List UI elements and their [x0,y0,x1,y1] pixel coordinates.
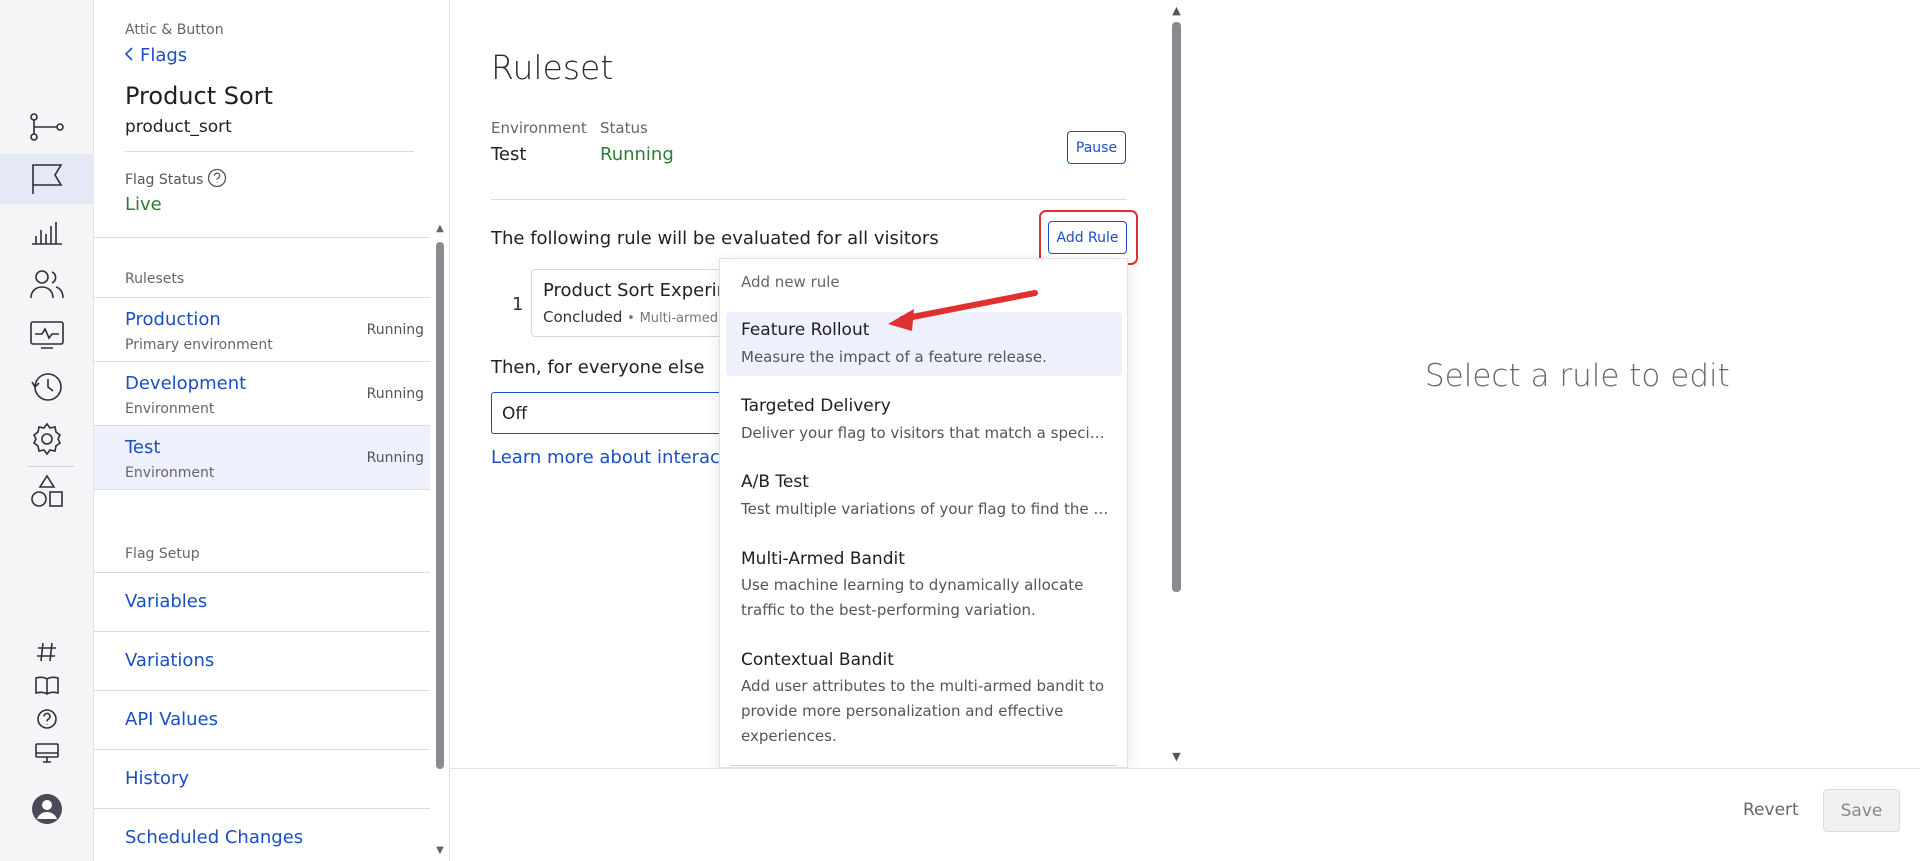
divider [491,199,1127,200]
empty-state-message: Select a rule to edit [1425,358,1730,394]
rule-option-title: Targeted Delivery [741,396,891,416]
ruleset-sub: Environment [125,465,215,481]
setup-item-variations[interactable]: Variations [94,632,430,691]
rule-option-desc: Add user attributes to the multi-armed b… [741,677,1105,745]
history-icon[interactable] [0,362,94,412]
else-text: Then, for everyone else [491,357,705,378]
divider [730,765,1117,766]
shapes-icon[interactable] [0,466,94,516]
environment-value: Test [491,144,527,165]
desktop-icon[interactable] [0,728,94,778]
ruleset-name: Test [125,437,161,458]
monitor-pulse-icon[interactable] [0,310,94,360]
rulesets-heading: Rulesets [125,271,185,287]
divider [94,237,430,238]
ruleset-status: Running [366,386,424,402]
rule-option-contextual-bandit[interactable]: Contextual Bandit Add user attributes to… [726,642,1122,758]
footer-bar [450,768,1920,861]
rule-name: Product Sort Experiment [543,280,730,301]
pause-button[interactable]: Pause [1067,131,1126,164]
ruleset-item-production[interactable]: Production Primary environment Running [94,298,430,362]
help-circle-icon[interactable] [207,168,227,192]
setup-item-label: History [125,768,190,789]
rule-option-desc: Measure the impact of a feature release. [741,348,1047,366]
flag-title: Product Sort [125,82,273,110]
status-value: Running [600,144,674,165]
ruleset-sub: Primary environment [125,337,273,353]
rule-meta: Concluded • Multi-armed Bandit [543,308,730,326]
dropdown-heading: Add new rule [741,273,840,291]
setup-item-api-values[interactable]: API Values [94,691,430,750]
icon-rail [0,0,94,861]
rule-option-desc: Test multiple variations of your flag to… [741,500,1111,518]
flag-status-value: Live [125,194,162,215]
setup-item-label: Variations [125,650,215,671]
rule-option-title: A/B Test [741,472,809,492]
rule-type: Multi-armed Bandit [639,311,730,326]
settings-icon[interactable] [0,414,94,464]
rule-intro-text: The following rule will be evaluated for… [491,228,939,249]
rule-option-feature-rollout[interactable]: Feature Rollout Measure the impact of a … [726,312,1122,376]
environment-label: Environment [491,119,587,137]
rule-number: 1 [512,294,524,315]
setup-item-label: Scheduled Changes [125,827,304,848]
page-title: Ruleset [491,48,614,87]
sidebar-scrollbar[interactable] [436,242,444,769]
add-rule-button[interactable]: Add Rule [1048,221,1127,254]
setup-item-history[interactable]: History [94,750,430,809]
flag-status-text: Flag Status [125,172,204,188]
divider [125,151,414,152]
ruleset-item-development[interactable]: Development Environment Running [94,362,430,426]
main-scroll-up-arrow[interactable]: ▲ [1170,4,1183,17]
rule-option-desc: Use machine learning to dynamically allo… [741,576,1084,619]
rule-option-multi-armed-bandit[interactable]: Multi-Armed Bandit Use machine learning … [726,541,1122,631]
status-label: Status [600,119,648,137]
ruleset-name: Development [125,373,247,394]
rule-option-title: Feature Rollout [741,320,870,340]
back-to-flags-link[interactable]: Flags [124,45,187,66]
flag-sidebar: Attic & Button Flags Product Sort produc… [94,0,450,861]
scroll-up-arrow[interactable]: ▲ [434,224,446,234]
flag-icon[interactable] [0,154,94,204]
flag-setup-heading: Flag Setup [125,546,200,562]
bar-chart-icon[interactable] [0,207,94,257]
back-label: Flags [140,45,188,66]
flow-icon[interactable] [0,102,94,152]
rule-separator: • [627,311,635,326]
revert-button[interactable]: Revert [1743,800,1799,820]
breadcrumb: Attic & Button [125,22,224,38]
setup-item-variables[interactable]: Variables [94,573,430,632]
rule-option-title: Multi-Armed Bandit [741,549,905,569]
setup-item-scheduled-changes[interactable]: Scheduled Changes [94,809,430,861]
main-scroll-down-arrow[interactable]: ▼ [1170,750,1183,763]
chevron-left-icon [124,45,134,66]
setup-item-label: Variables [125,591,208,612]
rule-state: Concluded [543,308,623,326]
setup-item-label: API Values [125,709,219,730]
rule-option-title: Contextual Bandit [741,650,894,670]
scroll-down-arrow[interactable]: ▼ [434,846,446,856]
ruleset-name: Production [125,309,221,330]
flag-key: product_sort [125,117,232,137]
ruleset-status: Running [366,322,424,338]
rule-option-desc: Deliver your flag to visitors that match… [741,424,1111,442]
save-button[interactable]: Save [1823,789,1900,832]
ruleset-status: Running [366,450,424,466]
add-rule-dropdown: Add new rule Feature Rollout Measure the… [719,258,1128,768]
rule-option-ab-test[interactable]: A/B Test Test multiple variations of you… [726,464,1122,528]
main-scrollbar[interactable] [1172,22,1181,592]
avatar[interactable] [0,784,94,834]
rule-card[interactable]: Product Sort Experiment Concluded • Mult… [531,269,731,337]
ruleset-sub: Environment [125,401,215,417]
else-variation-value: Off [502,404,528,424]
flag-status-label: Flag Status [125,168,227,192]
rule-option-targeted-delivery[interactable]: Targeted Delivery Deliver your flag to v… [726,388,1122,452]
ruleset-item-test[interactable]: Test Environment Running [94,426,430,490]
users-icon[interactable] [0,259,94,309]
